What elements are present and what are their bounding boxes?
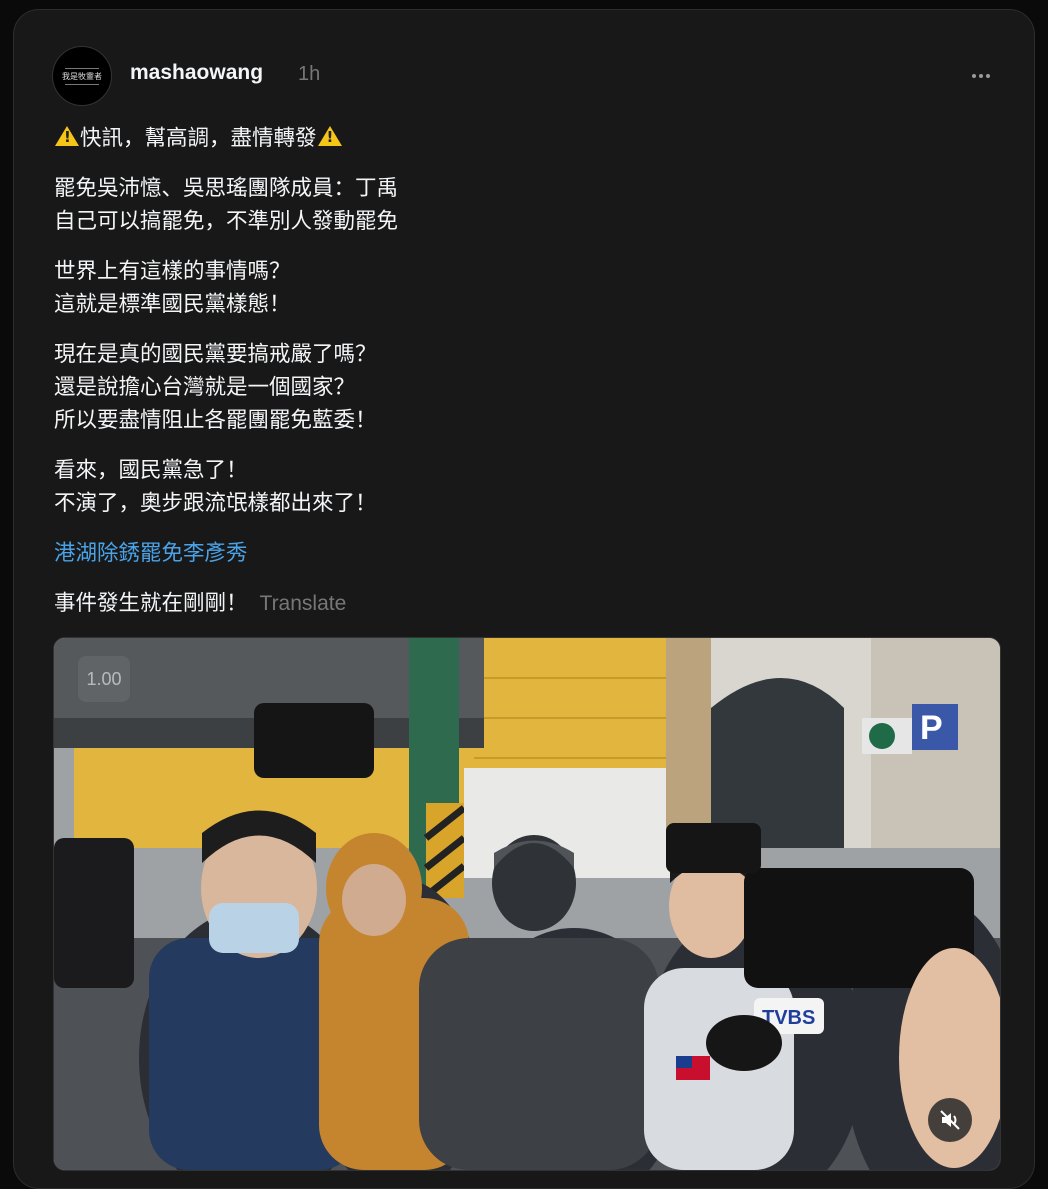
post-line: 這就是標準國民黨樣態！ [54,292,291,317]
video-frame: P TVBS [54,638,1000,1170]
timestamp[interactable]: 1h [298,63,320,86]
post-paragraph: 港湖除銹罷免李彥秀 [54,537,984,570]
post-line: 現在是真的國民黨要搞戒嚴了嗎？ [54,342,377,367]
post-paragraph: 罷免吳沛憶、吳思瑤團隊成員：丁禹 自己可以搞罷免，不準別人發動罷免 [54,172,984,238]
post-last-line: 事件發生就在剛剛！ [54,591,248,616]
avatar[interactable]: 我是牧靈者 [52,46,112,106]
video-player[interactable]: P TVBS 1.00 [53,637,1001,1171]
avatar-text: 我是牧靈者 [62,71,102,81]
post-paragraph: 快訊，幫高調，盡情轉發 [54,122,984,155]
post-line: 還是說擔心台灣就是一個國家？ [54,375,356,400]
post-line: 快訊，幫高調，盡情轉發 [54,122,984,155]
avatar-rule [65,83,99,85]
post-card: 我是牧靈者 mashaowang 1h 快訊，幫高調，盡情轉發 罷免吳沛憶、吳思… [13,9,1035,1189]
post-paragraph: 看來，國民黨急了！ 不演了，奧步跟流氓樣都出來了！ [54,454,984,520]
post-paragraph: 世界上有這樣的事情嗎？ 這就是標準國民黨樣態！ [54,255,984,321]
post-line: 自己可以搞罷免，不準別人發動罷免 [54,209,399,234]
post-line: 事件發生就在剛剛！ Translate [54,587,984,620]
speaker-muted-icon[interactable] [928,1098,972,1142]
post-line: 所以要盡情阻止各罷團罷免藍委！ [54,408,377,433]
post-line: 世界上有這樣的事情嗎？ [54,259,291,284]
translate-button[interactable]: Translate [260,592,347,615]
playback-speed-badge[interactable]: 1.00 [78,656,130,702]
post-line: 看來，國民黨急了！ [54,458,248,483]
warning-icon [317,126,342,146]
speaker-muted-glyph [940,1110,960,1130]
username[interactable]: mashaowang [130,61,263,85]
warning-icon [55,126,79,146]
post-body: 快訊，幫高調，盡情轉發 罷免吳沛憶、吳思瑤團隊成員：丁禹 自己可以搞罷免，不準別… [54,122,984,620]
post-paragraph: 事件發生就在剛剛！ Translate [54,587,984,620]
post-paragraph: 現在是真的國民黨要搞戒嚴了嗎？ 還是說擔心台灣就是一個國家？ 所以要盡情阻止各罷… [54,338,984,437]
topic-tag-link[interactable]: 港湖除銹罷免李彥秀 [54,537,984,570]
avatar-rule [65,67,99,69]
post-line: 罷免吳沛憶、吳思瑤團隊成員：丁禹 [54,176,399,201]
more-icon[interactable] [966,66,996,86]
parking-sign: P [920,709,943,747]
post-headline: 快訊，幫高調，盡情轉發 [80,126,317,151]
post-line: 不演了，奧步跟流氓樣都出來了！ [54,491,377,516]
